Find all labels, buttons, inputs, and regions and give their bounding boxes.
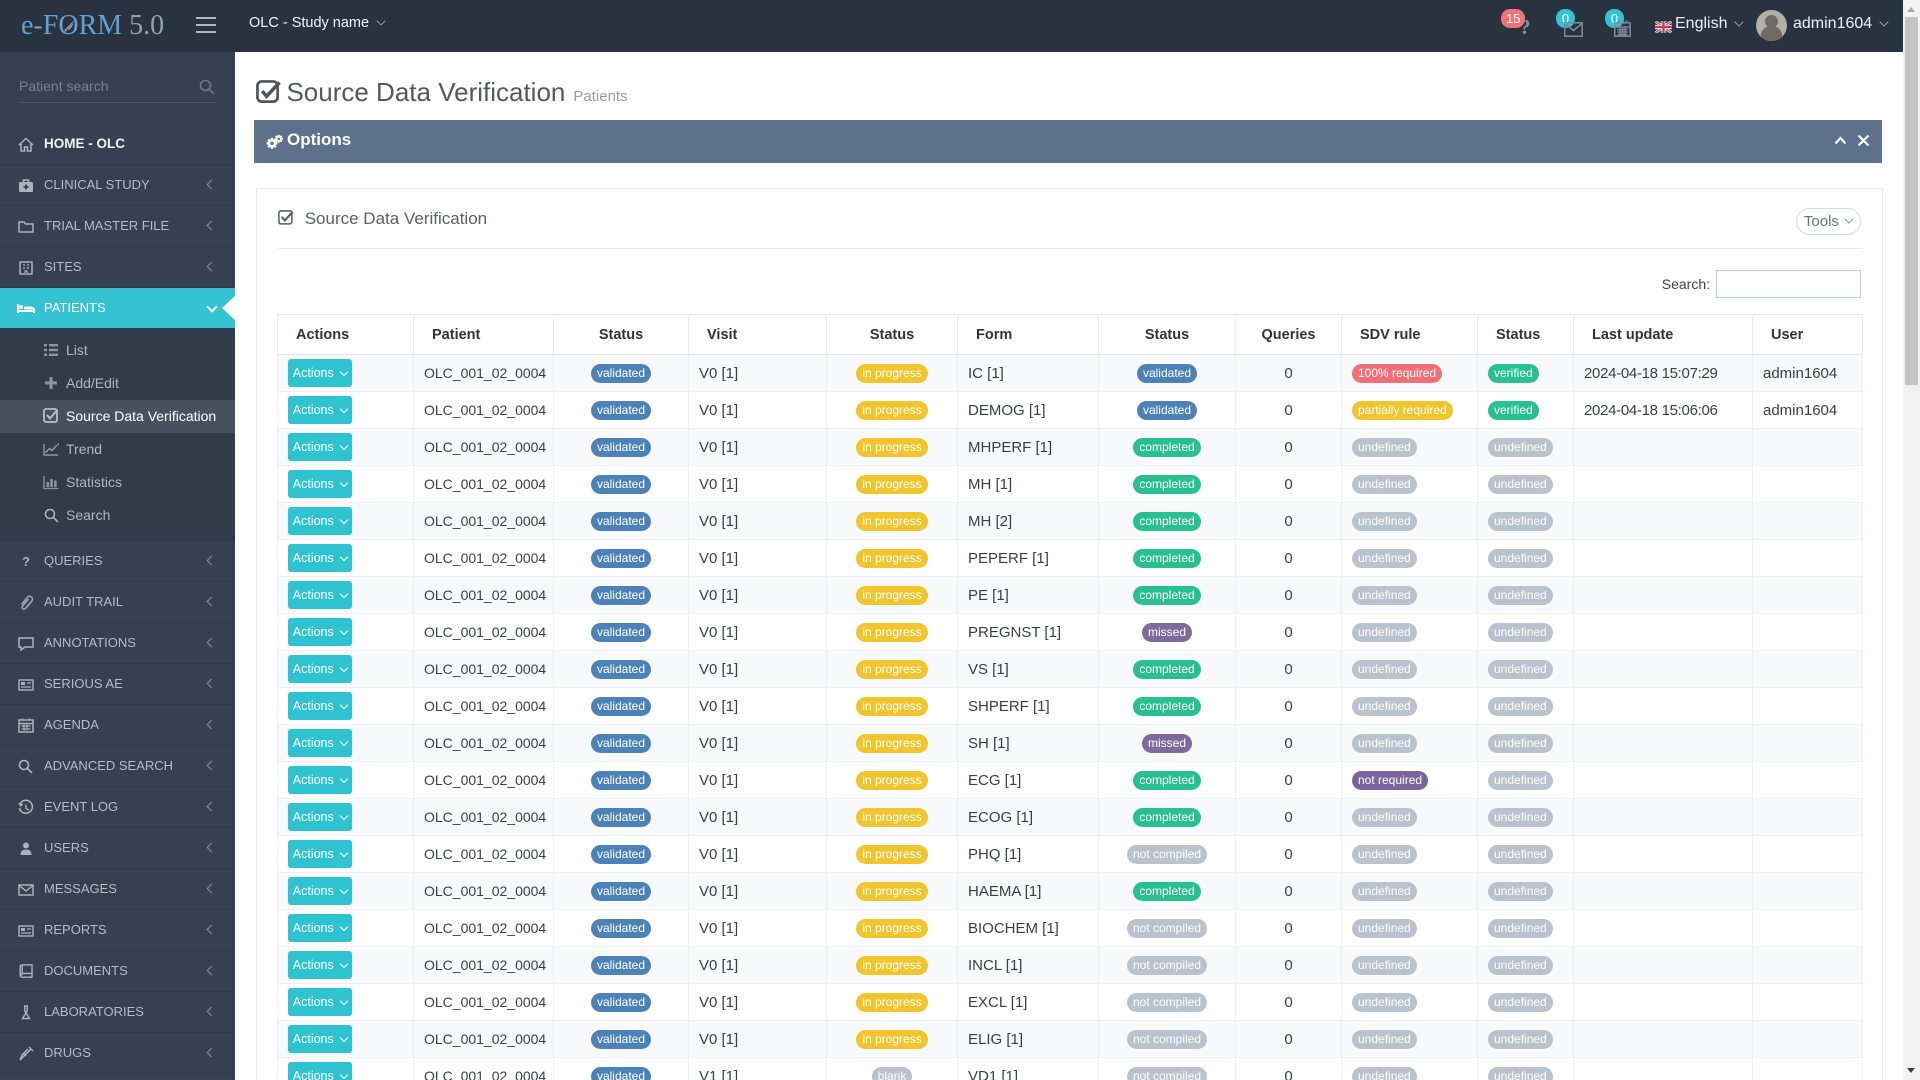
svg-text:?: ? xyxy=(22,554,30,569)
